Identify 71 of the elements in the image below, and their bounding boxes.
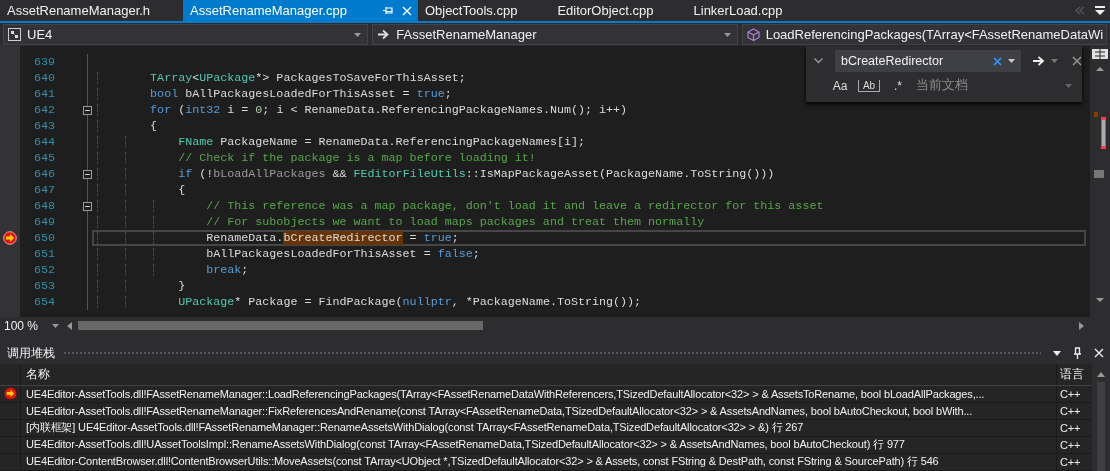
chevron-down-icon[interactable] <box>814 58 823 64</box>
dropdown-icon[interactable] <box>1053 350 1061 356</box>
search-field[interactable]: bCreateRedirector <box>835 50 1021 72</box>
line-number: 650 <box>32 230 55 246</box>
column-header[interactable]: 名称 <box>20 364 1056 385</box>
member-dropdown[interactable]: LoadReferencingPackages(TArray<FAssetRenameDataWi <box>741 24 1107 45</box>
line-number: 643 <box>32 118 55 134</box>
code-line: } <box>177 279 186 293</box>
frame-name[interactable]: UE4Editor-AssetTools.dll!FAssetRenameManager::LoadReferencingPackages(TArray<FAssetRenameDataWithReferencers,TSizedDefaultAllocator<32> > & AssetsToRename, bool bLoadAllPackages,... <box>20 385 1056 402</box>
scroll-left-icon[interactable] <box>67 321 73 330</box>
find-next-icon[interactable] <box>1033 56 1045 66</box>
clear-icon[interactable] <box>993 56 1002 66</box>
whole-word-toggle[interactable]: Ab <box>858 79 880 92</box>
scope-dropdown[interactable]: 当前文档 <box>916 77 1082 94</box>
code-line: FName PackageName = RenameData.ReferencingPackageNames[i]; <box>177 135 585 149</box>
line-number: 645 <box>32 150 55 166</box>
line-number: 653 <box>32 278 55 294</box>
caret-icon <box>354 32 362 37</box>
frame-name[interactable]: UE4Editor-AssetTools.dll!UAssetToolsImpl::RenameAssetsWithDialog(const TArray<FAssetRenameData,TSizedDefaultAllocator<32> > & AssetsAndNames, bool bAutoCheckout) 行 977 <box>20 436 1056 453</box>
line-number: 648 <box>32 198 55 214</box>
file-tab[interactable]: EditorObject.cpp <box>550 0 687 21</box>
caret-icon[interactable] <box>1051 59 1058 63</box>
match-case-toggle[interactable]: Aa <box>830 78 850 93</box>
code-line: bAllPackagesLoadedForThisAsset = false; <box>205 247 480 261</box>
collapse-icon[interactable] <box>83 201 92 211</box>
code-line: { <box>177 183 186 197</box>
project-dropdown[interactable]: UE4 <box>3 24 369 45</box>
cube-icon <box>746 28 760 41</box>
collapse-icon[interactable] <box>83 169 92 179</box>
line-number: 652 <box>32 262 55 278</box>
pin-icon[interactable] <box>1073 347 1082 359</box>
line-number: 644 <box>32 134 55 150</box>
breakpoint-arrow-icon[interactable] <box>3 231 17 245</box>
line-number: 654 <box>32 294 55 310</box>
code-line: TArray<UPackage*> PackagesToSaveForThisAsset; <box>149 71 466 85</box>
code-line: // This reference was a map package, don't load it and leave a redirector for this asset <box>205 199 824 213</box>
caret-icon <box>723 32 731 37</box>
line-number: 640 <box>32 70 55 86</box>
line-number: 651 <box>32 246 55 262</box>
frame-name[interactable]: UE4Editor-AssetTools.dll!FAssetRenameManager::FixReferencesAndRename(const TArray<FAssetRenameData,TSizedDefaultAllocator<32> > & AssetsAndNames, bool bAutoCheckout, bool bWith... <box>20 402 1056 419</box>
project-icon <box>8 28 21 41</box>
frame-name[interactable]: UE4Editor-ContentBrowser.dll!ContentBrowserUtils::MoveAssets(const TArray<UObject *,TSizedDefaultAllocator<32> > & Assets, const FString & DestPath, const FString & SourcePath) 行 546 <box>20 453 1056 470</box>
line-number: 649 <box>32 214 55 230</box>
panel-title: 调用堆栈 <box>7 344 55 362</box>
arrow-right-icon <box>377 29 391 40</box>
code-line: UPackage* Package = FindPackage(nullptr, *PackageName.ToString()); <box>177 295 642 309</box>
caret-icon <box>52 323 60 328</box>
file-tab[interactable]: AssetRenameManager.h <box>0 0 184 21</box>
line-number: 646 <box>32 166 55 182</box>
caret-icon <box>1065 83 1072 88</box>
code-line: // Check if the package is a map before loading it! <box>177 151 536 165</box>
code-line: RenameData.bCreateRedirector = true; <box>205 231 459 245</box>
code-line: // For subobjects we want to load maps packages and treat them normally <box>205 215 705 229</box>
close-icon[interactable] <box>1072 56 1082 66</box>
scroll-right-icon[interactable] <box>1079 321 1084 330</box>
code-line: break; <box>205 263 249 277</box>
line-number: 647 <box>32 182 55 198</box>
code-line: { <box>149 119 158 133</box>
regex-toggle[interactable]: .* <box>888 78 908 93</box>
scope-dropdown[interactable]: FAssetRenameManager <box>372 24 738 45</box>
caret-icon[interactable] <box>1008 59 1015 63</box>
code-line: for (int32 i = 0; i < RenameData.ReferencingPackageNames.Num(); i++) <box>149 103 628 117</box>
file-tab[interactable]: LinkerLoad.cpp <box>686 0 816 21</box>
code-line: if (!bLoadAllPackages && FEditorFileUtils::IsMapPackageAsset(PackageName.ToString())) <box>177 167 775 181</box>
line-number: 642 <box>32 102 55 118</box>
line-number: 641 <box>32 86 55 102</box>
frame-name[interactable]: [内联框架] UE4Editor-AssetTools.dll!FAssetRenameManager::RenameAssetsWithDialog(const TArray<FAssetRenameData,TSizedDefaultAllocator<32> > &) 行 267 <box>20 419 1056 436</box>
line-number: 639 <box>32 54 55 70</box>
collapse-icon[interactable] <box>83 105 92 115</box>
code-line: bool bAllPackagesLoadedForThisAsset = true; <box>149 87 452 101</box>
file-tab[interactable]: ObjectTools.cpp <box>417 0 551 21</box>
